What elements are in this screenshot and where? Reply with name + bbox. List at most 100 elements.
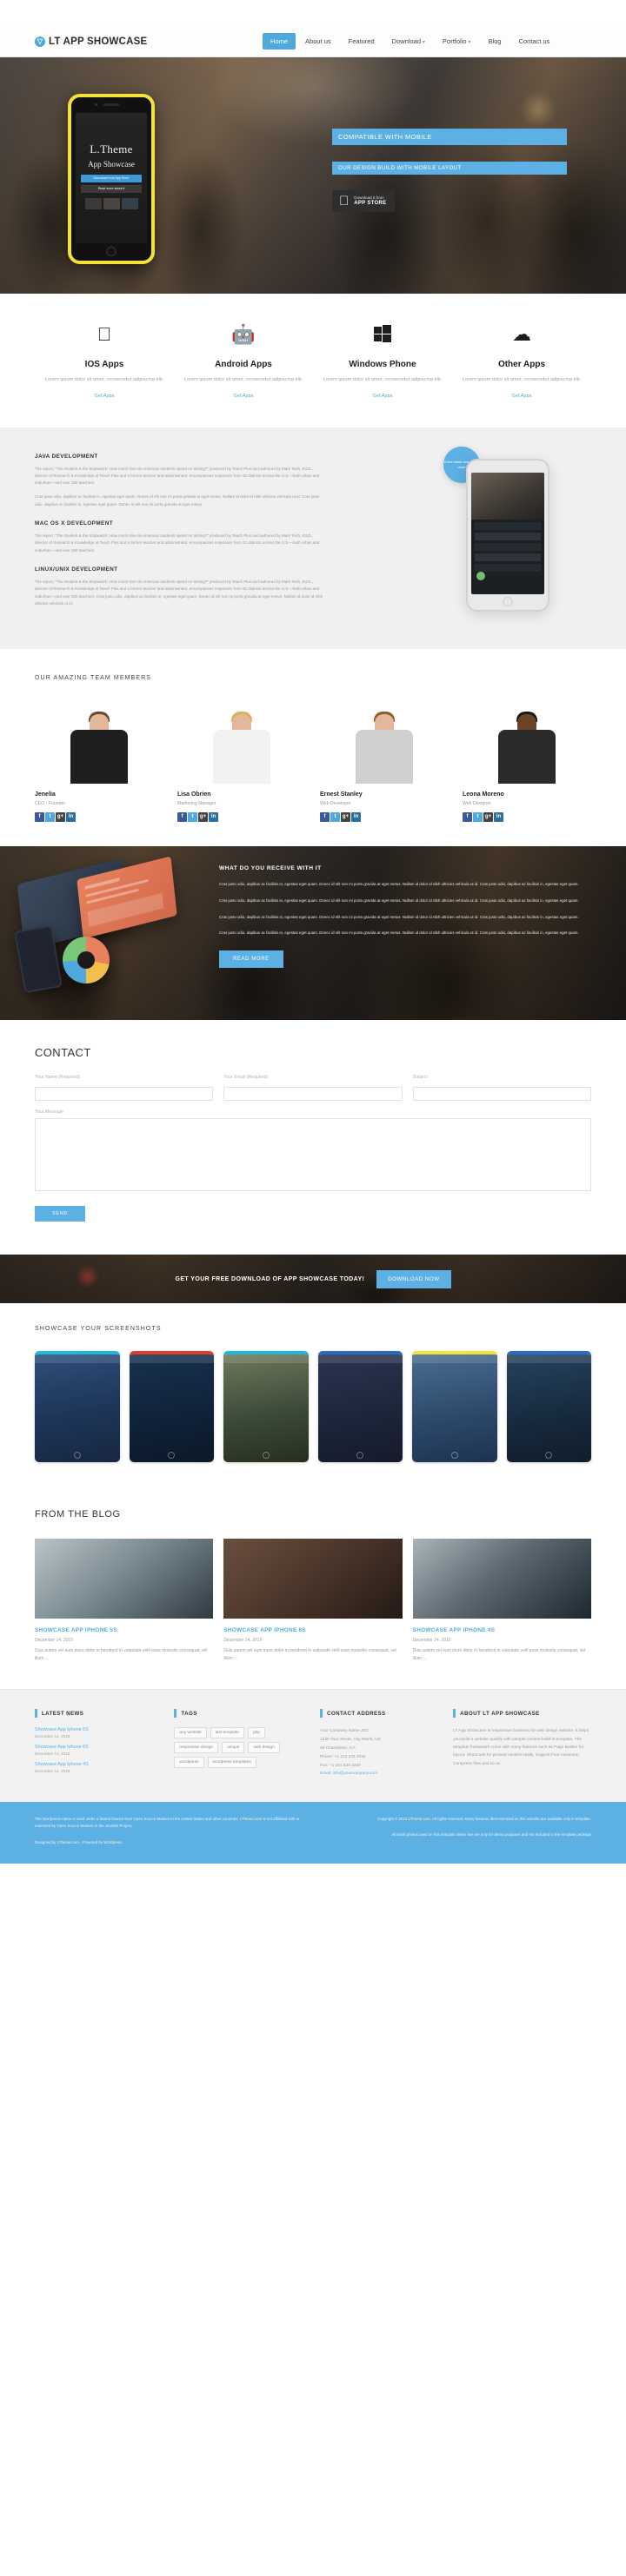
blog-post-title[interactable]: SHOWCASE APP IPHONE 5S xyxy=(35,1627,213,1633)
blog-post-card: SHOWCASE APP IPHONE 6S December 14, 2015… xyxy=(223,1539,403,1663)
screenshot-image xyxy=(506,1354,591,1463)
ltheme-link[interactable]: LTheme.com xyxy=(408,1817,430,1821)
get-apps-link[interactable]: Get Apps xyxy=(233,394,253,399)
phone-secondary-button[interactable]: Read more about it xyxy=(81,185,142,193)
nav-label: Featured xyxy=(348,37,375,45)
google-plus-icon[interactable]: g+ xyxy=(198,812,208,823)
widget-title: CONTACT ADDRESS xyxy=(327,1710,386,1717)
pie-chart-graphic xyxy=(63,937,110,984)
hero-phone-mockup: L.Theme App Showcase Download from App S… xyxy=(68,94,155,264)
nav-item-about-us[interactable]: About us xyxy=(297,33,339,50)
facebook-icon[interactable]: f xyxy=(35,812,44,823)
phone-thumb xyxy=(84,198,102,209)
blog-post-image[interactable] xyxy=(223,1539,403,1619)
news-title[interactable]: Showcase App Iphone 6S xyxy=(35,1745,160,1750)
designer-link[interactable]: LTheme.com xyxy=(57,1840,79,1844)
send-button[interactable]: SEND xyxy=(35,1206,85,1222)
twitter-icon[interactable]: t xyxy=(473,812,483,823)
nav-label: Blog xyxy=(488,37,502,45)
footer-widget-about: ABOUT LT APP SHOWCASE LT App Showcase is… xyxy=(453,1709,591,1779)
dev-phone-screen xyxy=(471,472,544,594)
tag-item[interactable]: php xyxy=(247,1727,265,1739)
address-line: Your Company Name JSC xyxy=(320,1729,370,1734)
news-item: Showcase App Iphone 6S December 14, 2015 xyxy=(35,1745,160,1756)
tag-item[interactable]: web design xyxy=(248,1742,280,1754)
blog-post-image[interactable] xyxy=(412,1539,591,1619)
twitter-icon[interactable]: t xyxy=(330,812,340,823)
get-apps-link[interactable]: Get Apps xyxy=(511,394,531,399)
wordpress-link[interactable]: Wordpress xyxy=(103,1840,122,1844)
news-title[interactable]: Showcase App Iphone 4S xyxy=(35,1762,160,1767)
widget-header: CONTACT ADDRESS xyxy=(320,1709,439,1718)
hero-copy: COMPATIBLE WITH MOBILE OUR DESIGN BUILD … xyxy=(332,129,567,212)
team-social-links: f t g+ in xyxy=(35,812,163,823)
nav-item-featured[interactable]: Featured xyxy=(341,33,383,50)
field-name: Your Name (Required) xyxy=(35,1075,214,1102)
news-date: December 14, 2015 xyxy=(35,1769,70,1774)
screenshot-item[interactable] xyxy=(35,1351,120,1463)
facebook-icon[interactable]: f xyxy=(177,812,187,823)
app-card-windows: Windows Phone Lorem ipsum dolor sit amet… xyxy=(313,325,452,401)
tag-item[interactable]: last template xyxy=(210,1727,244,1739)
read-more-button[interactable]: READ MORE xyxy=(219,950,283,969)
app-store-button[interactable]:  Download it from APP STORE xyxy=(332,190,396,212)
accent-bar-icon xyxy=(453,1709,456,1718)
download-now-button[interactable]: DOWNLOAD NOW xyxy=(376,1269,451,1288)
screenshot-item[interactable] xyxy=(412,1351,497,1463)
news-date: December 14, 2015 xyxy=(35,1734,70,1739)
hero-banner: L.Theme App Showcase Download from App S… xyxy=(0,57,626,294)
twitter-icon[interactable]: t xyxy=(188,812,197,823)
google-plus-icon[interactable]: g+ xyxy=(341,812,350,823)
google-plus-icon[interactable]: g+ xyxy=(483,812,493,823)
chevron-down-icon: ▾ xyxy=(423,40,426,45)
team-member-name: Lisa Obrien xyxy=(177,791,211,798)
tag-item[interactable]: wordpress xyxy=(174,1757,204,1769)
blog-post-title[interactable]: SHOWCASE APP IPHONE 6S xyxy=(223,1627,402,1633)
logo-text: LT APP SHOWCASE xyxy=(49,36,148,47)
get-apps-link[interactable]: Get Apps xyxy=(94,394,114,399)
linkedin-icon[interactable]: in xyxy=(209,812,218,823)
linkedin-icon[interactable]: in xyxy=(494,812,503,823)
avatar-body xyxy=(356,730,413,785)
news-title[interactable]: Showcase App Iphone 5S xyxy=(35,1727,160,1732)
tag-item[interactable]: responsive design xyxy=(174,1742,219,1754)
nav-item-blog[interactable]: Blog xyxy=(481,33,509,50)
linkedin-icon[interactable]: in xyxy=(351,812,361,823)
address-email[interactable]: Email: info@yourcompany.com xyxy=(320,1770,439,1778)
subject-input[interactable] xyxy=(412,1087,591,1102)
phone-primary-button[interactable]: Download from App Store xyxy=(81,175,142,182)
nav-item-home[interactable]: Home xyxy=(263,33,296,50)
linkedin-icon[interactable]: in xyxy=(66,812,76,823)
nav-item-download[interactable]: Download ▾ xyxy=(384,33,433,50)
facebook-icon[interactable]: f xyxy=(463,812,472,823)
tag-item[interactable]: any website xyxy=(174,1727,207,1739)
name-input[interactable] xyxy=(35,1087,214,1102)
nav-item-contact-us[interactable]: Contact us xyxy=(511,33,558,50)
dev-block-linux: LINUX/UNIX DEVELOPMENT The report, "The … xyxy=(35,566,327,607)
screenshot-item[interactable] xyxy=(506,1351,591,1463)
blog-post-card: SHOWCASE APP IPHONE 4S December 14, 2015… xyxy=(412,1539,591,1663)
accent-bar-icon xyxy=(35,1709,37,1718)
message-textarea[interactable] xyxy=(35,1118,591,1192)
screenshot-item[interactable] xyxy=(129,1351,214,1463)
facebook-icon[interactable]: f xyxy=(320,812,330,823)
hero-headline: COMPATIBLE WITH MOBILE xyxy=(332,129,567,145)
nav-item-portfolio[interactable]: Portfolio ▾ xyxy=(435,33,479,50)
blog-post-image[interactable] xyxy=(35,1539,214,1619)
screenshot-item[interactable] xyxy=(223,1351,309,1463)
stock-photo-notice: All stock photos used on this template d… xyxy=(391,1832,591,1838)
email-input[interactable] xyxy=(223,1087,403,1102)
tag-item[interactable]: wordpress templates xyxy=(207,1757,256,1769)
get-apps-link[interactable]: Get Apps xyxy=(372,394,392,399)
apple-icon:  xyxy=(40,325,169,348)
blog-post-title[interactable]: SHOWCASE APP IPHONE 4S xyxy=(413,1627,591,1633)
google-plus-icon[interactable]: g+ xyxy=(56,812,65,823)
phone-screen: L.Theme App Showcase Download from App S… xyxy=(76,113,147,243)
screenshot-item[interactable] xyxy=(317,1351,403,1463)
twitter-icon[interactable]: t xyxy=(45,812,55,823)
tag-item[interactable]: unique xyxy=(222,1742,245,1754)
ltheme-link[interactable]: LTheme.com xyxy=(240,1817,262,1821)
team-social-links: f t g+ in xyxy=(177,812,306,823)
team-member-card: Leona Moreno Web Designer f t g+ in xyxy=(463,700,591,823)
site-logo[interactable]: ▽ LT APP SHOWCASE xyxy=(35,36,191,47)
